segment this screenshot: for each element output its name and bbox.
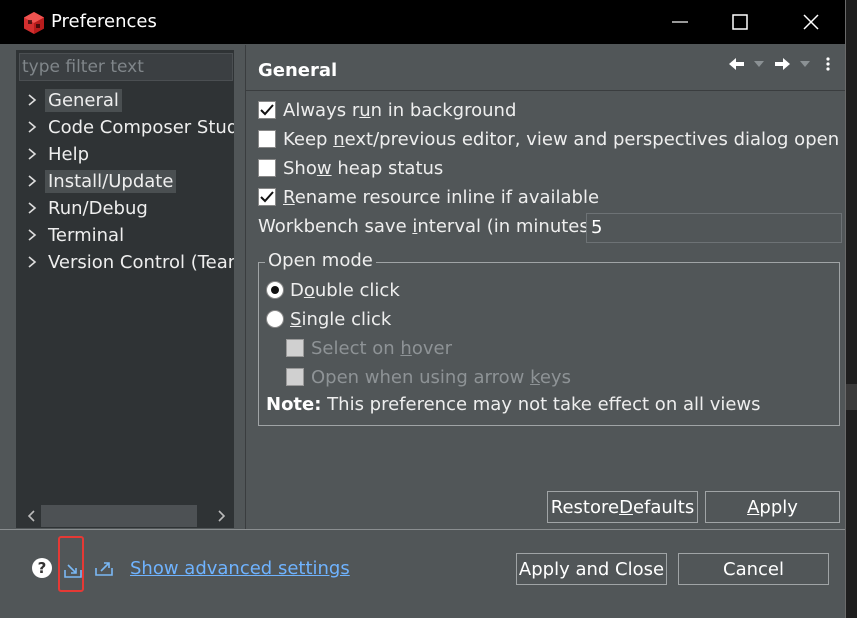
tree-item-label: Help <box>48 143 90 165</box>
apply-button[interactable]: Apply <box>705 491 840 523</box>
chevron-right-icon[interactable] <box>19 249 45 275</box>
scroll-left-icon[interactable] <box>21 504 41 528</box>
highlight-annotation <box>58 536 84 592</box>
checkbox-label: Show heap status <box>283 157 444 179</box>
scrollbar-thumb[interactable] <box>41 505 197 527</box>
forward-menu-button[interactable] <box>800 54 810 74</box>
help-icon[interactable]: ? <box>32 558 52 578</box>
close-icon <box>803 14 819 30</box>
save-interval-label: Workbench save interval (in minutes): <box>258 216 602 237</box>
page-title: General <box>258 60 338 81</box>
select-on-hover-checkbox[interactable]: Select on hover <box>286 334 452 362</box>
apply-and-close-button[interactable]: Apply and Close <box>516 553 667 585</box>
checkbox-unchecked[interactable] <box>258 130 276 148</box>
chevron-right-icon[interactable] <box>19 222 45 248</box>
window-title: Preferences <box>51 11 157 32</box>
restore-defaults-button[interactable]: Restore Defaults <box>547 491 698 523</box>
radio-label: Double click <box>290 279 400 301</box>
checkbox-disabled[interactable] <box>286 368 304 386</box>
single-click-radio[interactable]: Single click <box>266 305 391 333</box>
show-advanced-settings-link[interactable]: Show advanced settings <box>130 558 350 579</box>
export-icon[interactable] <box>93 556 115 578</box>
forward-button[interactable] <box>775 54 791 74</box>
show-heap-status-checkbox[interactable]: Show heap status <box>258 154 443 182</box>
more-vertical-icon <box>826 57 830 71</box>
keep-next-previous-checkbox[interactable]: Keep next/previous editor, view and pers… <box>258 125 839 153</box>
radio-unselected[interactable] <box>266 310 284 328</box>
checkbox-checked[interactable] <box>258 101 276 119</box>
always-run-background-checkbox[interactable]: Always run in background <box>258 96 516 124</box>
tree-item-label: Run/Debug <box>48 197 148 219</box>
radio-selected[interactable] <box>266 281 284 299</box>
open-mode-legend: Open mode <box>265 250 376 271</box>
checkbox-label: Open when using arrow keys <box>311 366 571 388</box>
rename-resource-inline-checkbox[interactable]: Rename resource inline if available <box>258 183 599 211</box>
checkbox-label: Keep next/previous editor, view and pers… <box>283 128 840 150</box>
minimize-button[interactable] <box>655 0 705 44</box>
maximize-icon <box>732 14 748 30</box>
tree-item-general[interactable]: General <box>19 87 234 113</box>
open-arrow-keys-checkbox[interactable]: Open when using arrow keys <box>286 363 571 391</box>
tree-item-terminal[interactable]: Terminal <box>19 222 234 248</box>
tree-horizontal-scrollbar[interactable] <box>19 504 234 528</box>
save-interval-input[interactable]: 5 <box>586 213 842 243</box>
tree-item-label: General <box>45 88 122 112</box>
tree-item-help[interactable]: Help <box>19 141 234 167</box>
arrow-right-icon <box>775 58 790 70</box>
preference-tree: General Code Composer Studio Help Instal… <box>19 87 234 502</box>
chevron-right-icon[interactable] <box>19 195 45 221</box>
tree-item-label: Terminal <box>48 224 125 246</box>
double-click-radio[interactable]: Double click <box>266 276 400 304</box>
chevron-right-icon[interactable] <box>19 141 45 167</box>
chevron-down-icon <box>754 61 764 67</box>
tree-item-run-debug[interactable]: Run/Debug <box>19 195 234 221</box>
chevron-right-icon[interactable] <box>19 114 45 140</box>
pane-divider <box>245 45 246 529</box>
maximize-button[interactable] <box>715 0 765 44</box>
tree-item-label: Version Control (Team) <box>48 251 234 273</box>
back-menu-button[interactable] <box>754 54 764 74</box>
checkbox-checked[interactable] <box>258 188 276 206</box>
title-bar: Preferences <box>0 0 845 44</box>
checkbox-label: Select on hover <box>311 337 452 359</box>
checkbox-disabled[interactable] <box>286 339 304 357</box>
arrow-left-icon <box>729 58 744 70</box>
checkbox-label: Always run in background <box>283 99 517 121</box>
app-cube-icon <box>24 12 44 34</box>
preferences-dialog: Preferences type filter text General Cod… <box>0 0 846 618</box>
back-button[interactable] <box>729 54 745 74</box>
minimize-icon <box>672 21 688 23</box>
radio-label: Single click <box>290 308 392 330</box>
tree-item-label: Install/Update <box>45 169 177 193</box>
filter-input[interactable]: type filter text <box>19 53 233 81</box>
tree-item-code-composer-studio[interactable]: Code Composer Studio <box>19 114 234 140</box>
tree-item-install-update[interactable]: Install/Update <box>19 168 234 194</box>
chevron-right-icon[interactable] <box>19 87 45 113</box>
chevron-down-icon <box>800 61 810 67</box>
scroll-right-icon[interactable] <box>212 504 232 528</box>
chevron-right-icon[interactable] <box>19 168 45 194</box>
tree-item-version-control[interactable]: Version Control (Team) <box>19 249 234 275</box>
open-mode-note: Note: This preference may not take effec… <box>266 394 761 415</box>
checkbox-unchecked[interactable] <box>258 159 276 177</box>
cancel-button[interactable]: Cancel <box>678 553 829 585</box>
tree-item-label: Code Composer Studio <box>48 116 234 138</box>
close-button[interactable] <box>786 0 836 44</box>
view-menu-button[interactable] <box>825 54 831 74</box>
checkbox-label: Rename resource inline if available <box>283 186 600 208</box>
